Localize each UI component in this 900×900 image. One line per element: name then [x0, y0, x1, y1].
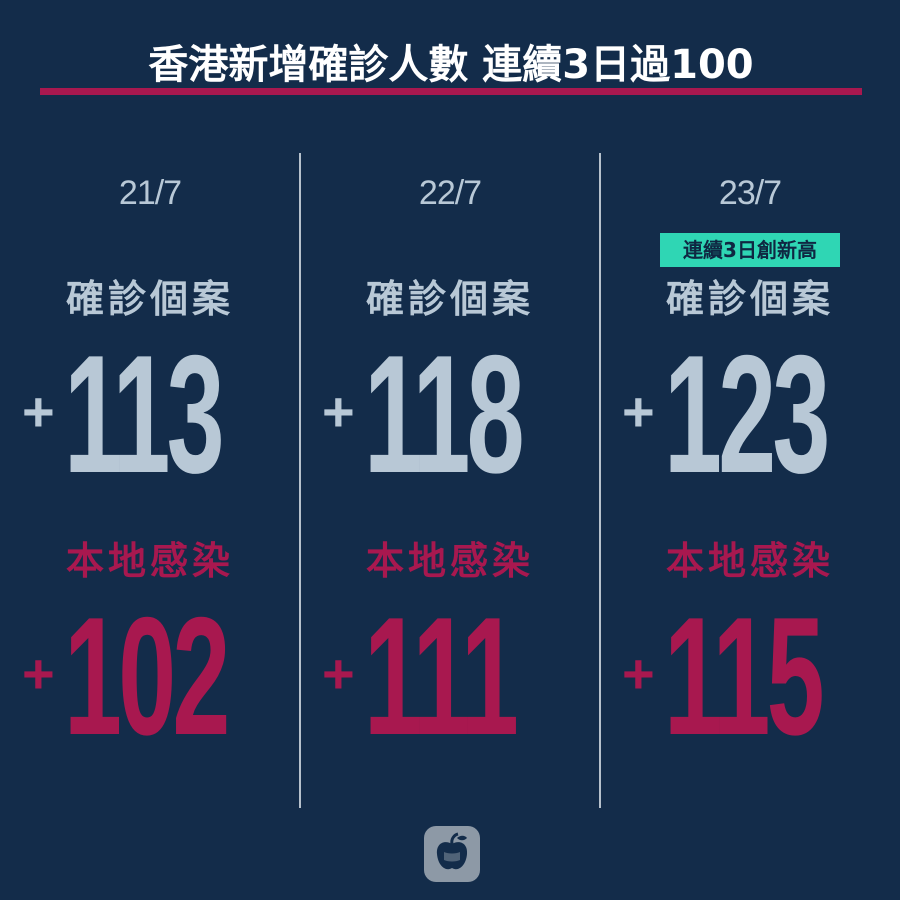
record-high-badge: 連續3日創新高: [660, 233, 840, 267]
local-infection-number: 111: [364, 582, 519, 770]
confirmed-cases-value: + 118: [322, 320, 592, 508]
local-infection-number: 115: [664, 582, 825, 770]
day-column-22-7: 22/7 確診個案 + 118 本地感染 + 111: [300, 150, 600, 810]
apple-icon: [424, 826, 480, 882]
day-column-21-7: 21/7 確診個案 + 113 本地感染 + 102: [0, 150, 300, 810]
plus-sign: +: [322, 380, 355, 443]
apple-logo-svg: [436, 832, 468, 870]
plus-sign: +: [322, 642, 355, 705]
plus-sign: +: [22, 380, 55, 443]
confirmed-cases-number: 123: [664, 320, 830, 508]
local-infection-label: 本地感染: [665, 539, 834, 583]
plus-sign: +: [622, 380, 655, 443]
local-infection-label: 本地感染: [65, 539, 234, 583]
date-label: 21/7: [118, 174, 182, 212]
confirmed-cases-value: + 123: [622, 320, 892, 508]
local-infection-value: + 115: [622, 582, 892, 770]
local-infection-value: + 102: [22, 582, 292, 770]
confirmed-cases-value: + 113: [22, 320, 292, 508]
confirmed-cases-number: 113: [64, 320, 225, 508]
local-infection-label: 本地感染: [365, 539, 534, 583]
confirmed-cases-number: 118: [364, 320, 525, 508]
date-label: 22/7: [418, 174, 482, 212]
plus-sign: +: [622, 642, 655, 705]
local-infection-number: 102: [64, 582, 230, 770]
plus-sign: +: [22, 642, 55, 705]
confirmed-cases-label: 確診個案: [365, 277, 534, 321]
confirmed-cases-label: 確診個案: [65, 277, 234, 321]
local-infection-value: + 111: [322, 582, 592, 770]
confirmed-cases-label: 確診個案: [665, 277, 834, 321]
title-underline: [40, 88, 862, 95]
page-title: 香港新增確診人數 連續3日過100: [148, 42, 754, 88]
date-label: 23/7: [718, 174, 782, 212]
